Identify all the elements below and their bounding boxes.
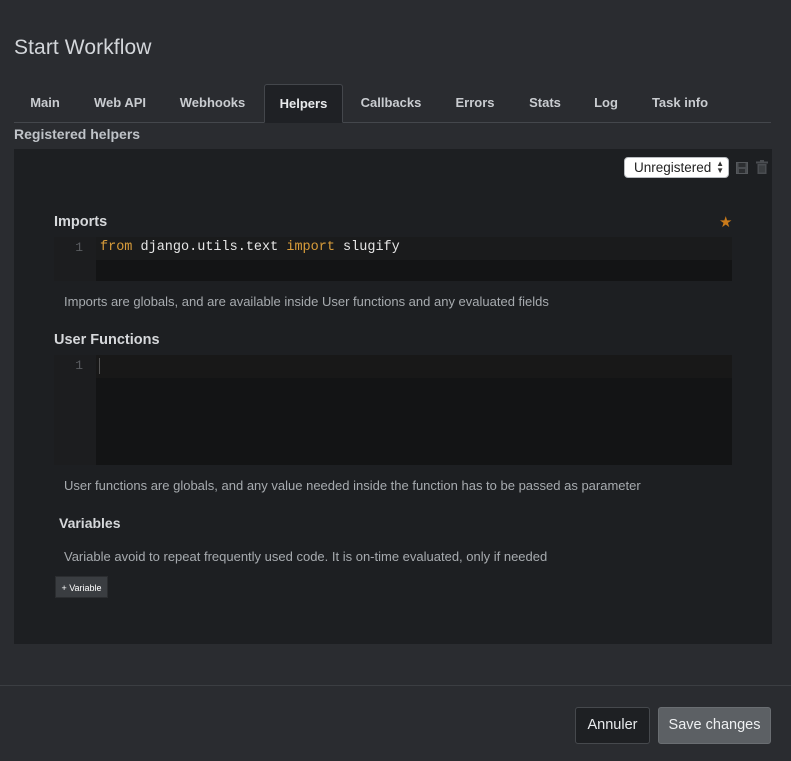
start-workflow-modal: Start Workflow Main Web API Webhooks Hel…	[0, 0, 791, 760]
trash-icon[interactable]	[756, 160, 768, 179]
modal-footer: Annuler Save changes	[0, 685, 791, 761]
registered-helpers-heading: Registered helpers	[14, 126, 141, 142]
tab-log[interactable]: Log	[580, 84, 632, 122]
imports-help: Imports are globals, and are available i…	[64, 294, 549, 309]
tab-webhooks[interactable]: Webhooks	[164, 84, 261, 122]
imports-code: from django.utils.text import slugify	[100, 240, 400, 255]
save-icon[interactable]	[736, 161, 748, 179]
text-cursor	[99, 358, 100, 374]
tab-bar: Main Web API Webhooks Helpers Callbacks …	[14, 84, 771, 123]
tab-web-api[interactable]: Web API	[80, 84, 160, 122]
tab-stats[interactable]: Stats	[514, 84, 576, 122]
helpers-panel: Unregistered ▲ ▼ Imports ★ 1 from django.…	[14, 149, 772, 644]
select-arrows-icon: ▲ ▼	[716, 159, 724, 175]
imports-label: Imports	[54, 214, 108, 230]
save-changes-button[interactable]: Save changes	[658, 707, 771, 744]
tab-main[interactable]: Main	[14, 84, 76, 122]
imports-editor[interactable]: 1 from django.utils.text import slugify	[54, 237, 732, 281]
user-functions-help: User functions are globals, and any valu…	[64, 478, 641, 493]
tab-task-info[interactable]: Task info	[636, 84, 724, 122]
cancel-button[interactable]: Annuler	[575, 707, 650, 744]
star-icon[interactable]: ★	[719, 213, 732, 231]
active-code-line	[96, 355, 732, 378]
code-token: from	[100, 240, 133, 255]
modal-title: Start Workflow	[14, 36, 152, 59]
tab-callbacks[interactable]: Callbacks	[347, 84, 435, 122]
tab-helpers[interactable]: Helpers	[264, 84, 343, 123]
imports-gutter: 1	[54, 237, 96, 281]
code-token: import	[286, 240, 335, 255]
variables-label: Variables	[59, 515, 121, 531]
registration-select-value: Unregistered	[634, 160, 712, 175]
tab-errors[interactable]: Errors	[439, 84, 511, 122]
code-token: slugify	[334, 240, 400, 255]
variables-help: Variable avoid to repeat frequently used…	[64, 549, 548, 564]
line-number: 1	[75, 240, 83, 255]
add-variable-button[interactable]: + Variable	[55, 576, 108, 598]
registration-select[interactable]: Unregistered ▲ ▼	[624, 157, 729, 178]
user-functions-editor[interactable]: 1	[54, 355, 732, 465]
code-token: django.utils.text	[132, 240, 287, 255]
line-number: 1	[75, 358, 83, 373]
user-functions-gutter: 1	[54, 355, 96, 465]
user-functions-label: User Functions	[54, 332, 160, 348]
